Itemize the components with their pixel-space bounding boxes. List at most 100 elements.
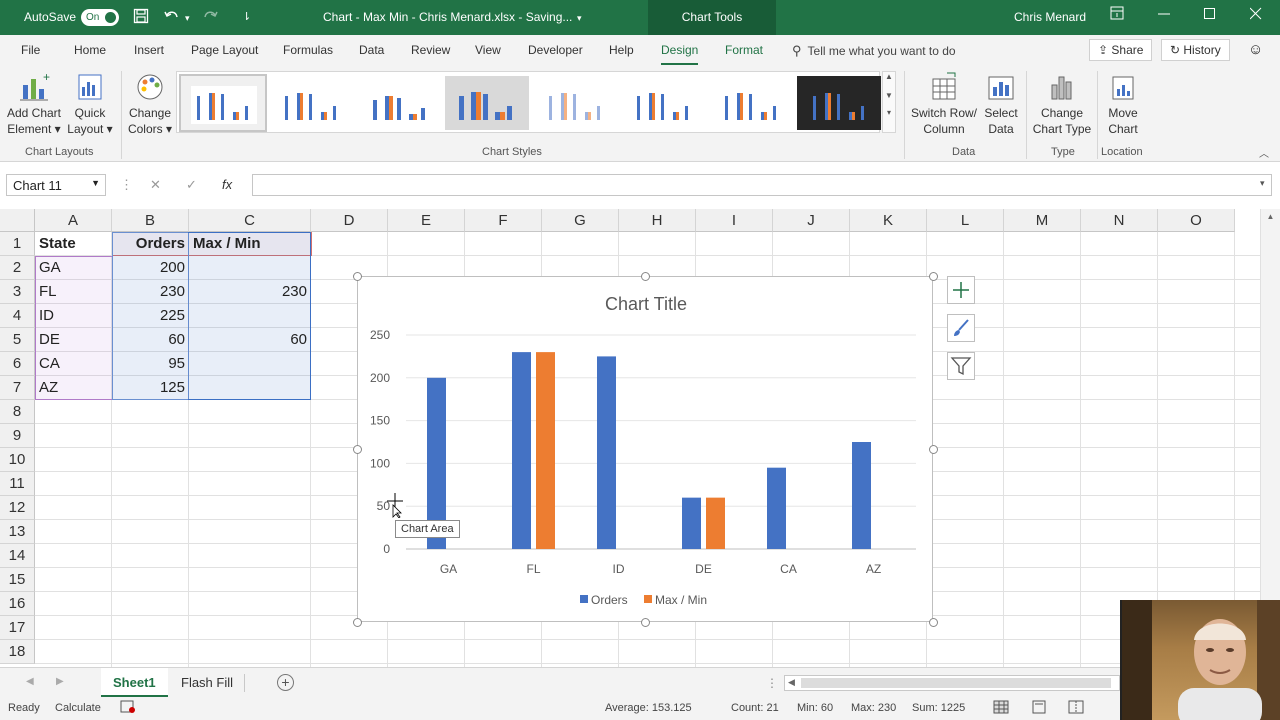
legend-label[interactable]: Max / Min bbox=[655, 593, 707, 607]
column-header-a[interactable]: A bbox=[35, 209, 112, 232]
row-header-6[interactable]: 6 bbox=[0, 352, 35, 376]
switch-row-column-button[interactable]: Switch Row/ Column bbox=[908, 71, 980, 137]
tab-insert[interactable]: Insert bbox=[134, 43, 164, 57]
table-cell[interactable]: 60 bbox=[189, 328, 311, 352]
row-header-2[interactable]: 2 bbox=[0, 256, 35, 280]
row-header-1[interactable]: 1 bbox=[0, 232, 35, 256]
chart-style-2[interactable] bbox=[269, 76, 353, 130]
bar-orders-ca[interactable] bbox=[767, 467, 786, 549]
table-cell[interactable]: 230 bbox=[189, 280, 311, 304]
column-header-k[interactable]: K bbox=[850, 209, 927, 232]
scroll-up-icon[interactable]: ▲ bbox=[1261, 212, 1280, 221]
change-colors-button[interactable]: Change Colors ▾ bbox=[124, 71, 176, 137]
resize-handle-top-left[interactable] bbox=[353, 272, 362, 281]
column-header-j[interactable]: J bbox=[773, 209, 850, 232]
row-header-14[interactable]: 14 bbox=[0, 544, 35, 568]
table-cell[interactable]: 200 bbox=[112, 256, 189, 280]
row-header-11[interactable]: 11 bbox=[0, 472, 35, 496]
macro-record-icon[interactable] bbox=[120, 700, 136, 717]
table-cell[interactable]: 60 bbox=[112, 328, 189, 352]
column-header-n[interactable]: N bbox=[1081, 209, 1158, 232]
scroll-thumb[interactable] bbox=[801, 678, 1111, 688]
resize-handle-bottom-right[interactable] bbox=[929, 618, 938, 627]
share-button[interactable]: ⇪ Share bbox=[1089, 39, 1153, 61]
row-header-10[interactable]: 10 bbox=[0, 448, 35, 472]
row-header-18[interactable]: 18 bbox=[0, 640, 35, 664]
column-header-d[interactable]: D bbox=[311, 209, 388, 232]
undo-icon[interactable] bbox=[163, 8, 181, 28]
status-calculate[interactable]: Calculate bbox=[55, 702, 101, 714]
save-icon[interactable] bbox=[133, 8, 149, 28]
table-cell[interactable]: 225 bbox=[112, 304, 189, 328]
tab-design[interactable]: Design bbox=[661, 43, 699, 65]
prev-sheet-icon[interactable]: ◀ bbox=[26, 676, 34, 687]
row-header-8[interactable]: 8 bbox=[0, 400, 35, 424]
select-all-corner[interactable] bbox=[0, 209, 35, 232]
table-cell[interactable]: AZ bbox=[35, 376, 112, 400]
tab-developer[interactable]: Developer bbox=[528, 43, 583, 57]
select-data-button[interactable]: Select Data bbox=[980, 71, 1022, 137]
chart-style-4[interactable] bbox=[445, 76, 529, 130]
gallery-more-icon[interactable]: ▾ bbox=[883, 108, 895, 117]
normal-view-icon[interactable] bbox=[993, 700, 1009, 717]
row-header-3[interactable]: 3 bbox=[0, 280, 35, 304]
table-cell[interactable]: FL bbox=[35, 280, 112, 304]
column-header-b[interactable]: B bbox=[112, 209, 189, 232]
autosave-toggle[interactable]: On bbox=[81, 9, 119, 26]
expand-formula-bar-icon[interactable]: ▾ bbox=[1260, 178, 1265, 189]
table-cell[interactable]: 95 bbox=[112, 352, 189, 376]
table-cell[interactable] bbox=[189, 304, 311, 328]
quick-layout-button[interactable]: Quick Layout ▾ bbox=[64, 71, 116, 137]
bar-maxmin-de[interactable] bbox=[706, 497, 725, 549]
resize-handle-left[interactable] bbox=[353, 445, 362, 454]
gallery-down-icon[interactable]: ▼ bbox=[883, 91, 895, 100]
name-box[interactable]: Chart 11 ▼ bbox=[6, 174, 106, 196]
resize-handle-top-right[interactable] bbox=[929, 272, 938, 281]
title-dropdown-icon[interactable]: ▾ bbox=[577, 13, 582, 24]
table-cell[interactable] bbox=[189, 256, 311, 280]
collapse-ribbon-icon[interactable]: ︿ bbox=[1259, 145, 1269, 160]
name-box-dropdown-icon[interactable]: ▼ bbox=[91, 178, 100, 188]
column-header-l[interactable]: L bbox=[927, 209, 1004, 232]
tab-split-handle-icon[interactable]: ⋮ bbox=[766, 676, 778, 690]
chart-style-1[interactable] bbox=[179, 74, 267, 132]
header-cell[interactable]: Max / Min bbox=[189, 232, 311, 256]
row-header-5[interactable]: 5 bbox=[0, 328, 35, 352]
tab-help[interactable]: Help bbox=[609, 43, 634, 57]
new-sheet-button[interactable]: + bbox=[277, 674, 294, 691]
column-header-f[interactable]: F bbox=[465, 209, 542, 232]
bar-orders-id[interactable] bbox=[597, 356, 616, 549]
column-header-c[interactable]: C bbox=[189, 209, 311, 232]
row-header-15[interactable]: 15 bbox=[0, 568, 35, 592]
chart-title[interactable]: Chart Title bbox=[605, 294, 687, 314]
formula-input[interactable] bbox=[252, 174, 1272, 196]
insert-function-icon[interactable]: fx bbox=[222, 177, 232, 192]
close-icon[interactable] bbox=[1249, 6, 1262, 24]
chart-style-6[interactable] bbox=[621, 76, 705, 130]
next-sheet-icon[interactable]: ▶ bbox=[56, 676, 64, 687]
tab-view[interactable]: View bbox=[475, 43, 501, 57]
row-header-12[interactable]: 12 bbox=[0, 496, 35, 520]
column-header-m[interactable]: M bbox=[1004, 209, 1081, 232]
resize-handle-right[interactable] bbox=[929, 445, 938, 454]
bar-orders-de[interactable] bbox=[682, 497, 701, 549]
tab-formulas[interactable]: Formulas bbox=[283, 43, 333, 57]
tab-home[interactable]: Home bbox=[74, 43, 106, 57]
column-header-h[interactable]: H bbox=[619, 209, 696, 232]
page-break-view-icon[interactable] bbox=[1068, 700, 1084, 717]
chart-elements-button[interactable] bbox=[947, 276, 975, 304]
smiley-feedback-icon[interactable]: ☺ bbox=[1248, 41, 1263, 58]
table-cell[interactable]: 230 bbox=[112, 280, 189, 304]
chart-style-7[interactable] bbox=[709, 76, 793, 130]
table-cell[interactable] bbox=[189, 376, 311, 400]
change-chart-type-button[interactable]: Change Chart Type bbox=[1030, 71, 1094, 137]
bar-orders-az[interactable] bbox=[852, 442, 871, 549]
cancel-icon[interactable]: ✕ bbox=[150, 177, 161, 193]
gallery-up-icon[interactable]: ▲ bbox=[883, 72, 895, 81]
column-header-o[interactable]: O bbox=[1158, 209, 1235, 232]
bar-maxmin-fl[interactable] bbox=[536, 352, 555, 549]
table-cell[interactable]: GA bbox=[35, 256, 112, 280]
row-header-7[interactable]: 7 bbox=[0, 376, 35, 400]
chart-styles-button[interactable] bbox=[947, 314, 975, 342]
history-button[interactable]: ↻ History bbox=[1161, 39, 1230, 61]
